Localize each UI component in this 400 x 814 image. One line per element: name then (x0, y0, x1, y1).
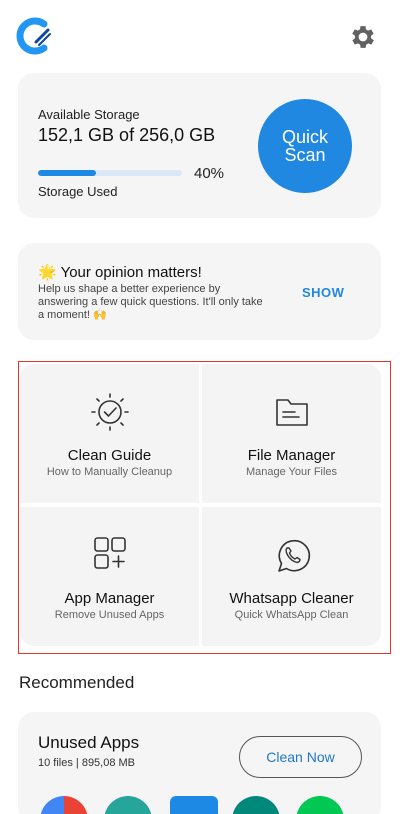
quick-scan-button[interactable]: Quick Scan (258, 99, 352, 193)
storage-used-label: Storage Used (38, 184, 118, 199)
sparkle-check-icon (90, 393, 129, 431)
app-icon (170, 796, 218, 814)
tool-subtitle: Quick WhatsApp Clean (234, 609, 349, 621)
storage-percent: 40% (194, 165, 225, 182)
unused-apps-title: Unused Apps (38, 733, 140, 752)
tool-app-manager[interactable]: App Manager Remove Unused Apps (20, 507, 199, 646)
tool-whatsapp-cleaner[interactable]: Whatsapp Cleaner Quick WhatsApp Clean (202, 507, 381, 646)
app-icon (104, 796, 152, 814)
feedback-show-button[interactable]: SHOW (302, 285, 344, 300)
storage-label: Available Storage (38, 107, 140, 122)
app-icon (40, 796, 88, 814)
tool-clean-guide[interactable]: Clean Guide How to Manually Cleanup (20, 364, 199, 503)
tool-subtitle: How to Manually Cleanup (46, 466, 173, 478)
unused-apps-card: Unused Apps 10 files | 895,08 MB Clean N… (18, 712, 381, 814)
app-logo-icon[interactable] (14, 16, 54, 56)
storage-card: Available Storage 152,1 GB of 256,0 GB 4… (18, 73, 381, 218)
tool-name: App Manager (64, 590, 155, 607)
gear-icon[interactable] (348, 22, 378, 52)
apps-grid-icon (93, 537, 126, 569)
top-bar (0, 0, 400, 72)
quick-scan-label-1: Quick (281, 127, 328, 147)
quick-scan-label-2: Scan (284, 145, 326, 165)
app-icon (296, 796, 344, 814)
tool-file-manager[interactable]: File Manager Manage Your Files (202, 364, 381, 503)
storage-amount: 152,1 GB of 256,0 GB (38, 125, 216, 145)
storage-progress-bar (38, 170, 182, 176)
recommended-heading: Recommended (19, 673, 135, 692)
unused-apps-subtitle: 10 files | 895,08 MB (38, 757, 136, 769)
clean-now-button[interactable]: Clean Now (239, 736, 362, 778)
storage-progress-fill (38, 170, 96, 176)
tool-subtitle: Remove Unused Apps (54, 609, 165, 621)
feedback-description: Help us shape a better experience by ans… (38, 283, 263, 321)
tool-name: File Manager (247, 447, 336, 464)
tool-name: Clean Guide (67, 447, 152, 464)
feedback-card: 🌟 Your opinion matters! Help us shape a … (18, 243, 381, 340)
feedback-title: 🌟 Your opinion matters! (38, 264, 202, 281)
tool-subtitle: Manage Your Files (245, 466, 338, 478)
folder-icon (275, 399, 308, 426)
whatsapp-icon (277, 539, 310, 572)
app-icon (232, 796, 280, 814)
tool-name: Whatsapp Cleaner (229, 590, 354, 607)
tools-grid: Clean Guide How to Manually Cleanup File… (20, 364, 381, 648)
